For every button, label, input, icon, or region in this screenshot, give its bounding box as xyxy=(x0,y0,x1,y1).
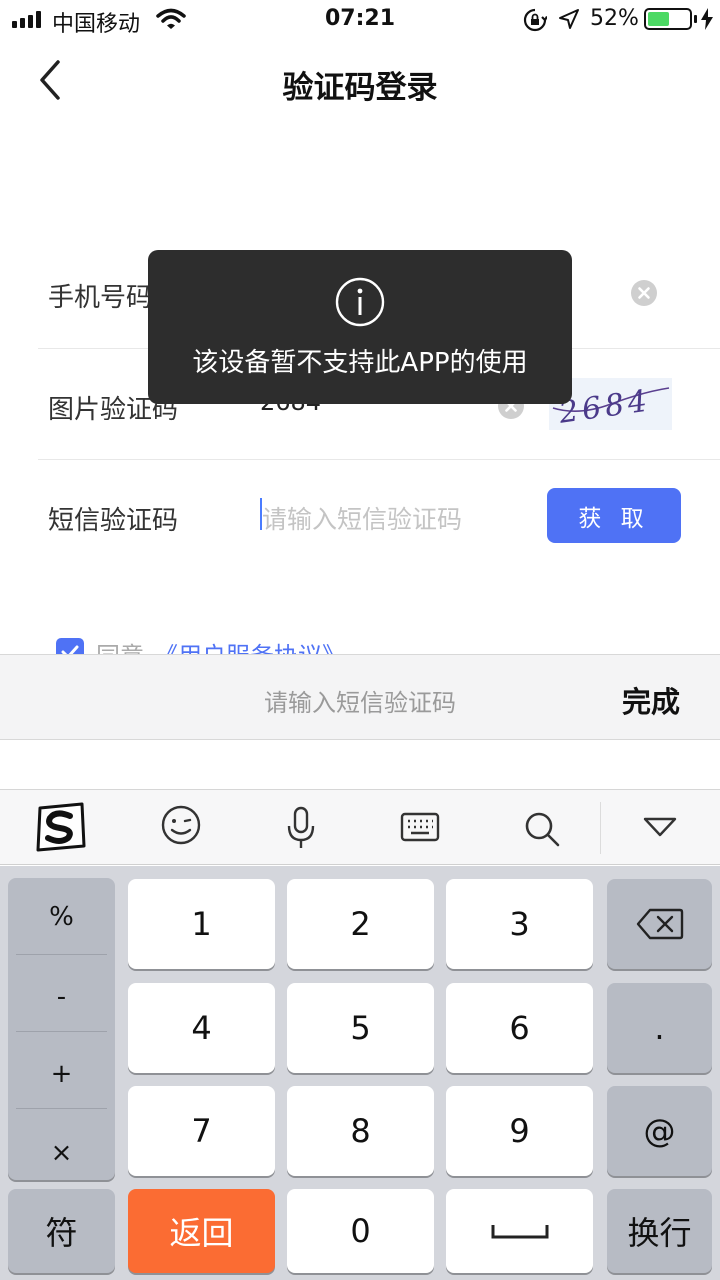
symbol-key-minus[interactable]: - xyxy=(8,982,115,1012)
symbol-divider xyxy=(16,1031,107,1032)
key-2[interactable]: 2 xyxy=(287,879,434,969)
divider xyxy=(38,459,720,460)
agree-checkbox[interactable] xyxy=(56,638,84,654)
page-title: 验证码登录 xyxy=(282,70,438,106)
phone-label: 手机号码 xyxy=(48,283,153,313)
battery-cap xyxy=(694,15,697,23)
get-code-button[interactable]: 获 取 xyxy=(547,488,681,543)
key-4[interactable]: 4 xyxy=(128,983,275,1073)
key-6[interactable]: 6 xyxy=(446,983,593,1073)
keyboard-icon[interactable] xyxy=(400,812,440,842)
sogou-logo-icon[interactable] xyxy=(34,802,88,854)
phone-clear-icon[interactable] xyxy=(631,280,657,306)
key-8[interactable]: 8 xyxy=(287,1086,434,1176)
user-agreement-link[interactable]: 《用户服务协议》 xyxy=(154,636,346,654)
emoji-icon[interactable] xyxy=(160,804,202,846)
toast: 该设备暂不支持此APP的使用 xyxy=(148,250,572,404)
symbol-key-plus[interactable]: + xyxy=(8,1059,115,1089)
info-icon xyxy=(335,277,385,327)
key-0[interactable]: 0 xyxy=(287,1189,434,1273)
symbol-column[interactable]: % - + × xyxy=(8,878,115,1180)
symbol-divider xyxy=(16,1108,107,1109)
done-button[interactable]: 完成 xyxy=(622,679,680,721)
space-icon xyxy=(491,1225,548,1239)
enter-key[interactable]: 换行 xyxy=(607,1189,712,1273)
check-icon xyxy=(61,645,79,654)
at-key[interactable]: @ xyxy=(607,1086,712,1176)
symbol-divider xyxy=(16,954,107,955)
battery-icon xyxy=(644,8,692,30)
delete-key[interactable] xyxy=(607,879,712,969)
key-9[interactable]: 9 xyxy=(446,1086,593,1176)
ime-toolbar xyxy=(0,789,720,865)
period-key[interactable]: . xyxy=(607,983,712,1073)
toolbar-separator xyxy=(600,802,601,854)
toast-message: 该设备暂不支持此APP的使用 xyxy=(192,348,528,378)
battery-fill xyxy=(648,12,669,26)
symbol-key-percent[interactable]: % xyxy=(8,902,115,932)
search-icon[interactable] xyxy=(523,810,561,848)
charging-icon xyxy=(701,8,713,30)
symbol-switch-key[interactable]: 符 xyxy=(8,1189,115,1273)
sms-label: 短信验证码 xyxy=(48,506,179,536)
back-key[interactable]: 返回 xyxy=(128,1189,275,1273)
space-key[interactable] xyxy=(446,1189,593,1273)
collapse-icon[interactable] xyxy=(642,816,678,838)
accessory-placeholder: 请输入短信验证码 xyxy=(264,689,456,717)
location-icon xyxy=(559,9,579,29)
symbol-key-times[interactable]: × xyxy=(8,1138,115,1168)
key-7[interactable]: 7 xyxy=(128,1086,275,1176)
rotation-lock-icon xyxy=(523,8,547,32)
key-3[interactable]: 3 xyxy=(446,879,593,969)
numeric-keyboard: % - + × 1 2 3 4 5 6 . 7 8 9 @ 符 返回 0 换行 xyxy=(0,866,720,1280)
key-1[interactable]: 1 xyxy=(128,879,275,969)
key-5[interactable]: 5 xyxy=(287,983,434,1073)
agreement-row: 同意 《用户服务协议》 xyxy=(56,636,456,654)
backspace-icon xyxy=(636,908,683,940)
agree-text: 同意 xyxy=(96,636,144,654)
sms-code-input[interactable]: 请输入短信验证码 xyxy=(262,500,462,536)
keyboard-accessory-bar: 请输入短信验证码 完成 xyxy=(0,654,720,740)
status-bar: 中国移动 07:21 52% xyxy=(0,0,720,40)
battery-percent: 52% xyxy=(590,6,639,31)
microphone-icon[interactable] xyxy=(285,806,317,850)
